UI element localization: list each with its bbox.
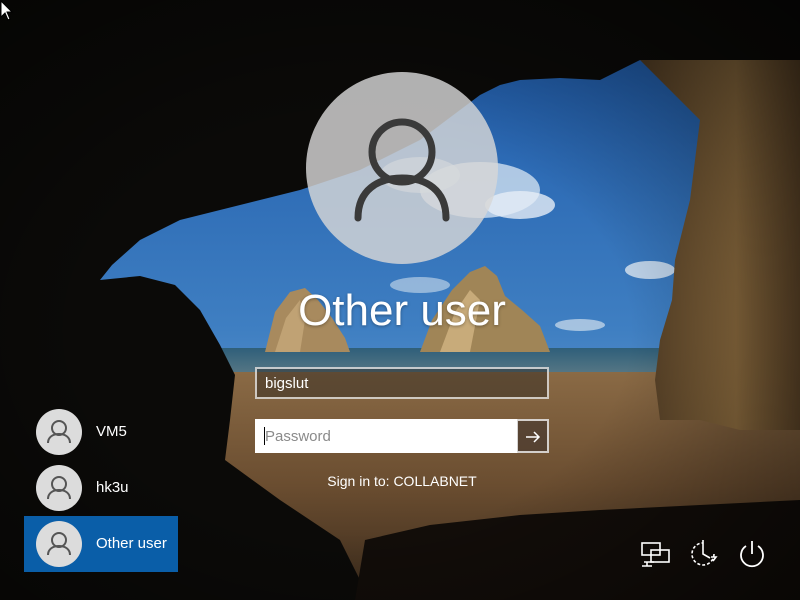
person-icon [47, 476, 71, 500]
password-row [255, 419, 549, 453]
person-icon [47, 532, 71, 556]
user-list-label: Other user [96, 535, 167, 552]
network-button[interactable] [638, 537, 672, 571]
lock-screen: Other user bigslut Sign in to: COLLABNET… [0, 0, 800, 600]
password-input[interactable] [255, 419, 518, 453]
person-icon [47, 420, 71, 444]
user-name-title: Other user [298, 286, 506, 335]
power-icon [740, 541, 764, 568]
user-avatar [36, 409, 82, 455]
username-field[interactable]: bigslut [255, 367, 549, 399]
network-icon [641, 542, 670, 567]
ease-of-access-icon [691, 540, 718, 566]
user-list-label: hk3u [96, 479, 129, 496]
user-list-item-hk3u[interactable]: hk3u [24, 460, 178, 516]
submit-button[interactable] [517, 419, 549, 453]
user-list-item-vm5[interactable]: VM5 [24, 404, 178, 460]
user-avatar [36, 465, 82, 511]
user-avatar [306, 72, 498, 264]
user-list-label: VM5 [96, 423, 127, 440]
user-avatar [36, 521, 82, 567]
arrow-right-icon [526, 431, 541, 443]
user-list-item-other-user[interactable]: Other user [24, 516, 178, 572]
ease-of-access-button[interactable] [686, 537, 720, 571]
mouse-cursor-icon [0, 0, 14, 21]
text-caret [264, 427, 265, 445]
sign-in-domain-text: Sign in to: COLLABNET [327, 473, 477, 489]
person-icon [354, 118, 450, 222]
power-button[interactable] [735, 537, 769, 571]
